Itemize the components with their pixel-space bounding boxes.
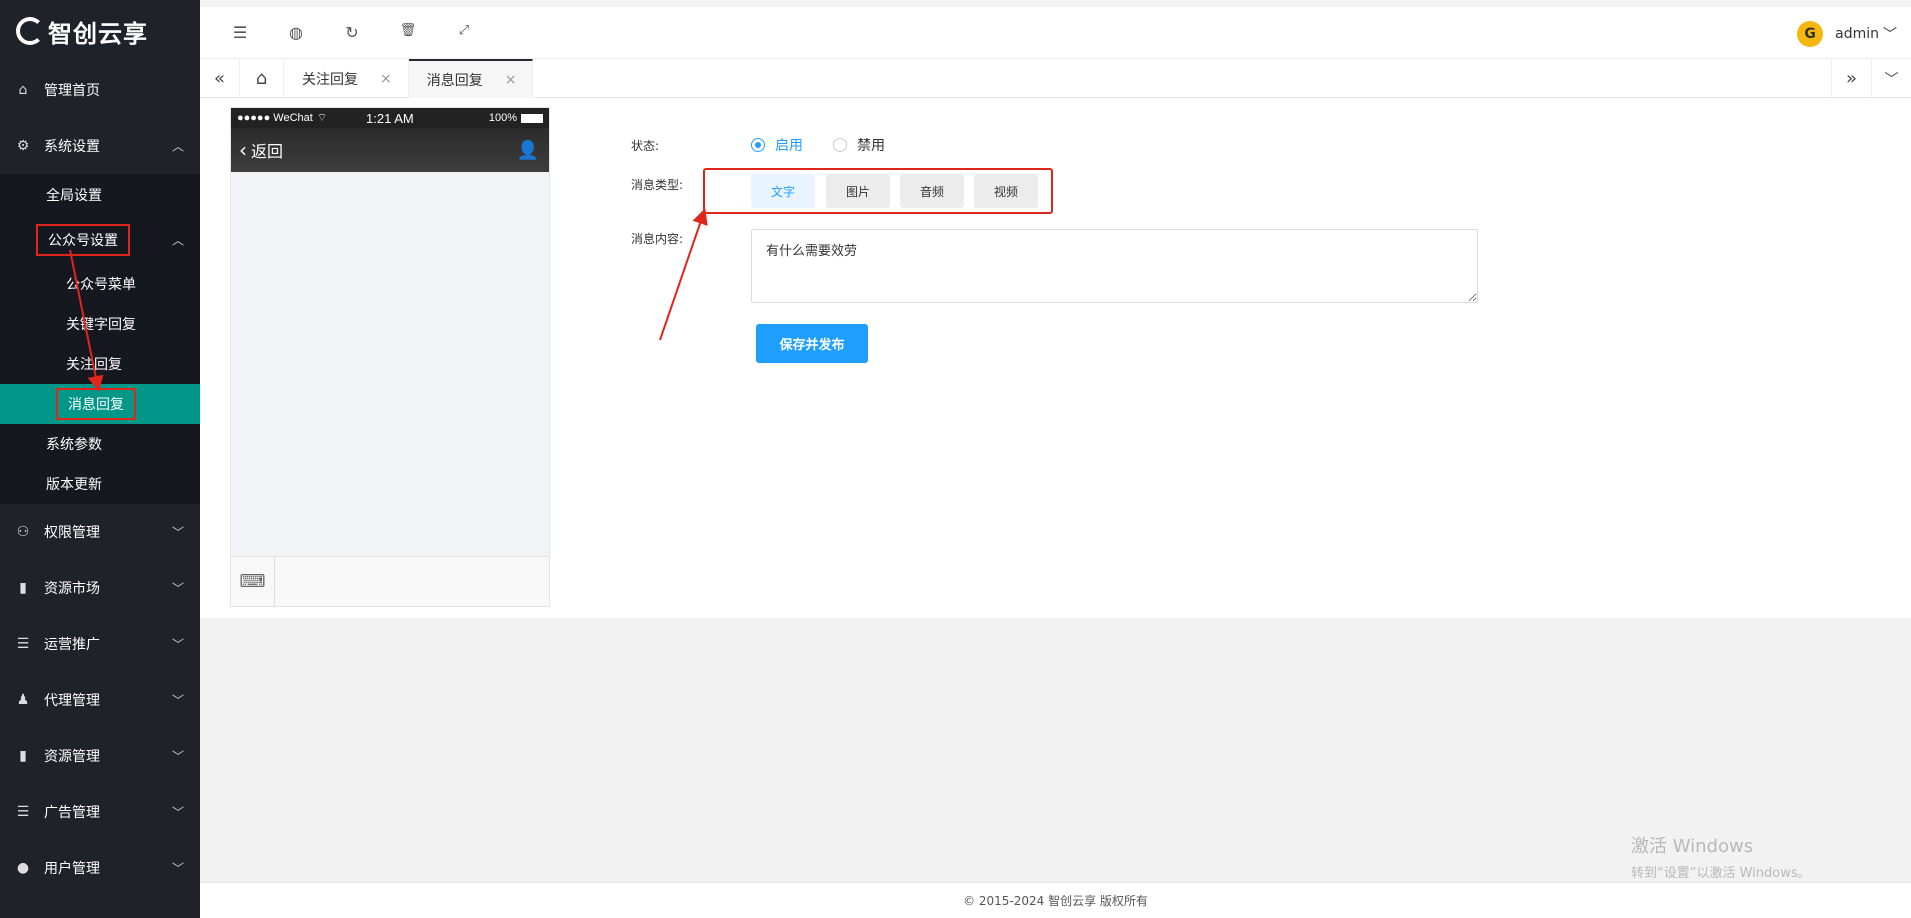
chevron-down-icon: ﹀ (171, 637, 184, 652)
nav-home[interactable]: ⌂ 管理首页 (0, 62, 200, 118)
save-publish-button[interactable]: 保存并发布 (756, 324, 868, 363)
close-icon[interactable]: × (380, 71, 392, 87)
chevron-down-icon: ﹀ (171, 805, 184, 820)
windows-watermark: 激活 Windows 转到“设置”以激活 Windows。 (1631, 836, 1811, 881)
logo-icon (16, 17, 44, 45)
keyboard-icon: ⌨ (231, 557, 275, 606)
list-icon: ☰ (16, 636, 30, 652)
phone-preview: ●●●●● WeChat ⌔ 1:21 AM 100% ‹ 返回 👤 ⌨ (230, 107, 550, 607)
back-chevron-icon: ‹ (239, 138, 247, 162)
phone-nav-bar: ‹ 返回 👤 (231, 128, 549, 172)
type-audio-button[interactable]: 音频 (900, 174, 964, 208)
carrier: ●●●●● WeChat (237, 112, 313, 124)
nav-mp-menu[interactable]: 公众号菜单 (0, 264, 200, 304)
phone-input-bar: ⌨ (231, 556, 549, 606)
avatar: G (1797, 21, 1824, 47)
wifi-icon: ⌔ (316, 112, 328, 124)
phone-status-bar: ●●●●● WeChat ⌔ 1:21 AM 100% (231, 108, 549, 128)
type-label: 消息类型: (631, 178, 684, 192)
chevron-down-icon: ﹀ (171, 525, 184, 540)
chevron-up-icon: ︿ (171, 139, 184, 154)
main-content: ●●●●● WeChat ⌔ 1:21 AM 100% ‹ 返回 👤 ⌨ 状态:… (200, 98, 1911, 618)
person-icon: 👤 (516, 139, 539, 161)
nav-permission[interactable]: ⚇ 权限管理 ﹀ (0, 504, 200, 560)
chevron-down-icon[interactable]: ﹀ (1871, 59, 1911, 98)
logo[interactable]: 智创云享 (0, 0, 200, 62)
trash-icon[interactable]: 🗑 (396, 23, 420, 38)
list-icon: ☰ (16, 804, 30, 820)
battery-icon (521, 113, 543, 123)
logo-text: 智创云享 (48, 19, 148, 48)
page-footer: © 2015-2024 智创云享 版权所有 (200, 882, 1911, 918)
nav-mp-settings[interactable]: 公众号设置 ︿ (0, 216, 200, 264)
chevron-down-icon: ﹀ (1883, 27, 1897, 43)
nav-resource-market[interactable]: ▮ 资源市场 ﹀ (0, 560, 200, 616)
nav-keyword-reply[interactable]: 关键字回复 (0, 304, 200, 344)
tab-follow-reply[interactable]: 关注回复 × (284, 59, 409, 98)
phone-back: 返回 (251, 142, 284, 161)
message-content-input[interactable]: 有什么需要效劳 (751, 229, 1478, 303)
collapse-menu-icon[interactable]: ☰ (228, 23, 252, 42)
chevron-down-icon: ﹀ (171, 749, 184, 764)
nav-message-reply[interactable]: 消息回复 (0, 384, 200, 424)
agent-icon: ♟ (16, 692, 30, 708)
scroll-left-icon[interactable]: « (200, 59, 240, 98)
status-radio-enabled[interactable]: 启用 (751, 135, 803, 155)
close-icon[interactable]: × (505, 72, 517, 88)
status-label: 状态: (631, 139, 660, 153)
username: admin (1835, 26, 1879, 42)
status-radio-disabled[interactable]: 禁用 (833, 135, 885, 155)
radio-dot (751, 138, 765, 152)
nav-system-settings[interactable]: ⚙ 系统设置 ︿ (0, 118, 200, 174)
bookmark-icon: ▮ (19, 748, 27, 764)
type-image-button[interactable]: 图片 (826, 174, 890, 208)
nav-operations[interactable]: ☰ 运营推广 ﹀ (0, 616, 200, 672)
home-icon: ⌂ (18, 82, 28, 98)
battery-level: 100% (488, 112, 517, 124)
fullscreen-icon[interactable]: ⤢ (452, 23, 476, 38)
nav-users[interactable]: ● 用户管理 ﹀ (0, 840, 200, 896)
refresh-icon[interactable]: ↻ (340, 23, 364, 42)
chevron-down-icon: ﹀ (171, 693, 184, 708)
tabs-bar: « ⌂ 关注回复 × 消息回复 × » ﹀ (200, 58, 1911, 98)
message-reply-highlight: 消息回复 (56, 388, 136, 420)
globe-icon[interactable]: ◍ (284, 23, 308, 42)
nav-version[interactable]: 版本更新 (0, 464, 200, 504)
home-tab-icon[interactable]: ⌂ (240, 59, 284, 98)
radio-dot (833, 138, 847, 152)
nav-sys-params[interactable]: 系统参数 (0, 424, 200, 464)
chevron-down-icon: ﹀ (171, 861, 184, 876)
user-menu[interactable]: G admin ﹀ (1797, 21, 1897, 47)
users-icon: ⚇ (16, 524, 30, 540)
nav-follow-reply[interactable]: 关注回复 (0, 344, 200, 384)
nav-ads[interactable]: ☰ 广告管理 ﹀ (0, 784, 200, 840)
sidebar: 智创云享 ⌂ 管理首页 ⚙ 系统设置 ︿ 全局设置 公众号设置 ︿ 公众号菜单 … (0, 0, 200, 918)
chevron-up-icon: ︿ (171, 233, 184, 248)
tab-message-reply[interactable]: 消息回复 × (408, 59, 534, 98)
nav-global-settings[interactable]: 全局设置 (0, 174, 200, 216)
scroll-right-icon[interactable]: » (1831, 59, 1871, 98)
nav-agent[interactable]: ♟ 代理管理 ﹀ (0, 672, 200, 728)
user-icon: ● (16, 860, 30, 876)
system-submenu: 全局设置 公众号设置 ︿ 公众号菜单 关键字回复 关注回复 消息回复 系统参数 … (0, 174, 200, 504)
phone-time: 1:21 AM (366, 110, 414, 126)
chevron-down-icon: ﹀ (171, 581, 184, 596)
top-header: ☰ ◍ ↻ 🗑 ⤢ G admin ﹀ (200, 0, 1911, 58)
bookmark-icon: ▮ (19, 580, 27, 596)
nav-resource[interactable]: ▮ 资源管理 ﹀ (0, 728, 200, 784)
type-text-button[interactable]: 文字 (751, 174, 815, 208)
gear-icon: ⚙ (16, 138, 30, 154)
copyright: © 2015-2024 智创云享 版权所有 (963, 894, 1148, 908)
mp-settings-highlight: 公众号设置 (36, 224, 130, 256)
content-label: 消息内容: (631, 232, 684, 246)
type-video-button[interactable]: 视频 (974, 174, 1038, 208)
